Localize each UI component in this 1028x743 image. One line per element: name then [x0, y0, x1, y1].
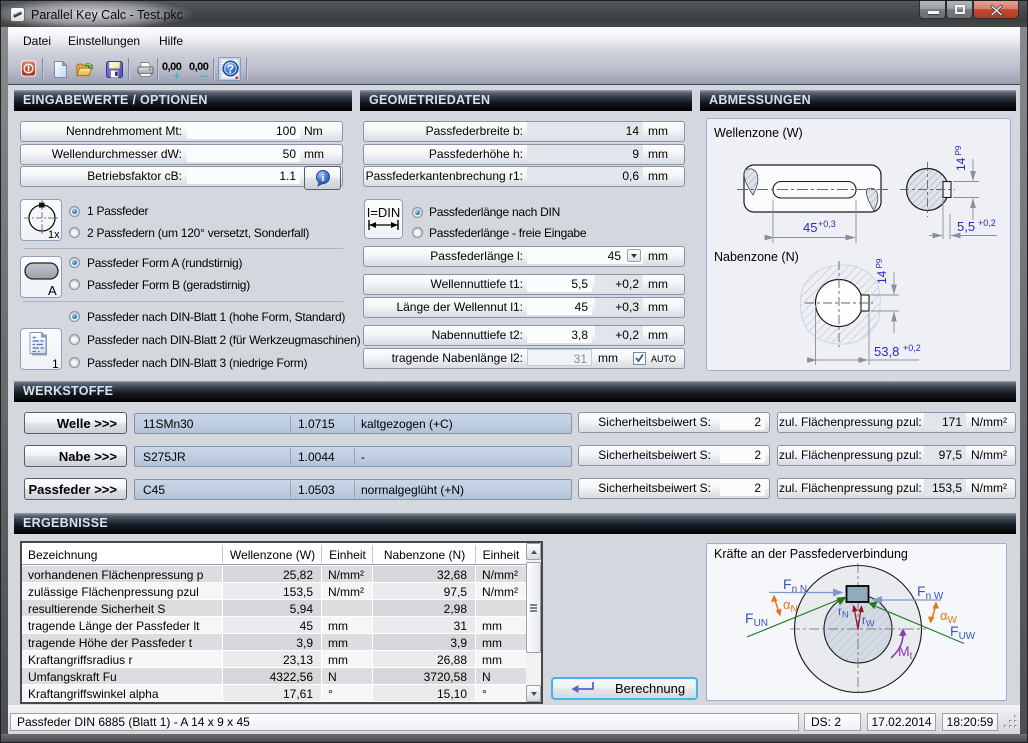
svg-text:14 P9: 14 P9 [954, 145, 968, 171]
svg-text:i: i [321, 173, 324, 184]
svg-text:1x: 1x [48, 229, 60, 240]
svg-text:+0,2: +0,2 [978, 218, 996, 228]
svg-text:Kräfte an der Passfederverbind: Kräfte an der Passfederverbindung [714, 547, 908, 561]
svg-text:I=DIN: I=DIN [367, 205, 401, 220]
svg-text:+0,3: +0,3 [818, 219, 836, 229]
svg-text:+0,2: +0,2 [903, 343, 921, 353]
svg-text:?: ? [227, 62, 234, 76]
svg-text:53,8: 53,8 [874, 344, 899, 359]
svg-text:αN: αN [783, 597, 798, 615]
svg-text:45: 45 [803, 220, 817, 235]
svg-text:14 P9: 14 P9 [875, 258, 889, 284]
svg-text:αW: αW [940, 608, 958, 626]
svg-text:1: 1 [52, 357, 59, 369]
svg-text:A: A [48, 283, 57, 297]
svg-text:Fn W: Fn W [917, 583, 944, 602]
svg-text:FUN: FUN [745, 610, 768, 629]
svg-text:Nabenzone (N): Nabenzone (N) [714, 250, 799, 264]
svg-text:5,5: 5,5 [957, 219, 975, 234]
svg-text:Wellenzone (W): Wellenzone (W) [714, 126, 803, 140]
